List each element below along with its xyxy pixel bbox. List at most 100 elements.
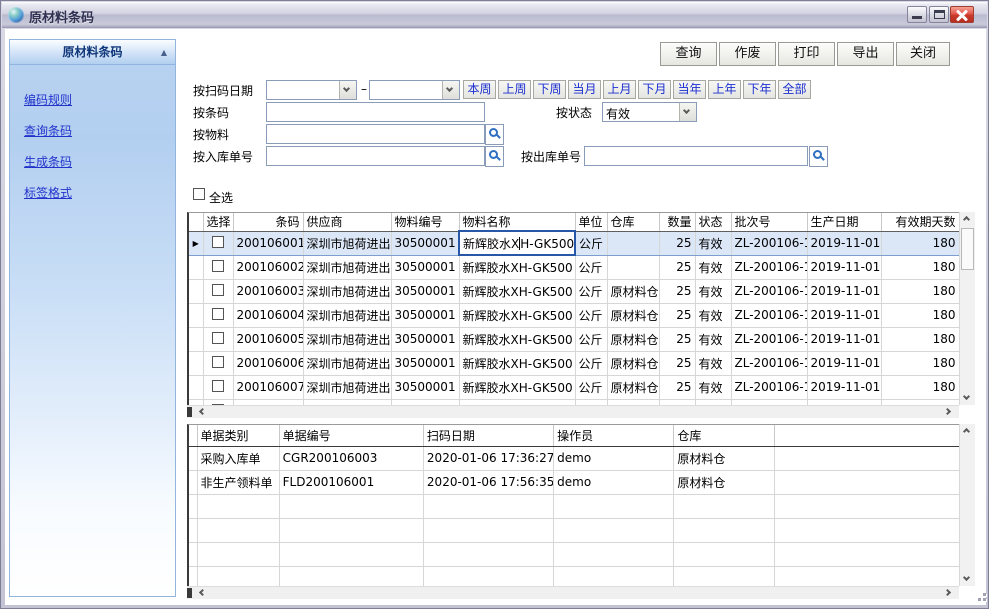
sidebar-item[interactable]: 标签格式 — [24, 184, 175, 201]
column-header[interactable]: 条码 — [233, 213, 303, 231]
grid-cell[interactable]: 25 — [659, 255, 695, 279]
grid-cell[interactable]: 非生产领料单 — [197, 470, 279, 494]
status-select[interactable]: 有效 — [602, 102, 697, 122]
grid-cell[interactable]: 30500001 — [391, 303, 459, 327]
table-row[interactable]: 200106002深圳市旭荷进出口30500001新辉胶水XH-GK500公斤2… — [189, 255, 959, 279]
scroll-right-button[interactable] — [943, 587, 959, 601]
grid-cell[interactable]: 深圳市旭荷进出口 — [303, 351, 391, 375]
scroll-left-button[interactable] — [195, 406, 211, 420]
outbound-input[interactable] — [584, 146, 808, 166]
grid-cell[interactable]: 深圳市旭荷进出口 — [303, 303, 391, 327]
grid-cell[interactable]: 原材料仓 — [674, 470, 774, 494]
grid-cell[interactable]: 180 — [881, 375, 959, 399]
table-row[interactable]: 采购入库单CGR2001060032020-01-06 17:36:27demo… — [189, 446, 959, 470]
grid-cell[interactable]: 原材料仓 — [607, 303, 659, 327]
grid-cell[interactable]: demo — [554, 470, 674, 494]
grid-cell[interactable]: 2020-01-06 17:36:27 — [423, 446, 553, 470]
void-button[interactable]: 作废 — [719, 42, 776, 66]
grid-cell[interactable]: 2020-01-06 17:56:35 — [423, 470, 553, 494]
grid-cell[interactable]: CGR200106003 — [279, 446, 423, 470]
grid-cell[interactable]: 公斤 — [575, 255, 607, 279]
grid-cell[interactable]: 180 — [881, 303, 959, 327]
grid-cell[interactable]: 深圳市旭荷进出口 — [303, 255, 391, 279]
column-header[interactable]: 单据编号 — [279, 425, 423, 446]
quick-range-button[interactable]: 上年 — [708, 80, 741, 99]
quick-range-button[interactable]: 下周 — [533, 80, 566, 99]
grid-cell[interactable]: 200106004 — [233, 303, 303, 327]
date-to-select[interactable] — [369, 80, 460, 100]
grid-cell[interactable]: 深圳市旭荷进出口 — [303, 231, 391, 255]
scroll-thumb[interactable] — [961, 228, 974, 270]
column-header[interactable]: 选择 — [203, 213, 233, 231]
grid-cell[interactable]: 2019-11-01 — [807, 351, 881, 375]
scroll-right-button[interactable] — [943, 406, 959, 420]
grid-cell[interactable]: 2019-11-01 — [807, 375, 881, 399]
column-header[interactable]: 仓库 — [674, 425, 774, 446]
scroll-left-button[interactable] — [195, 587, 211, 601]
grid-cell[interactable]: ZL-200106-1 — [731, 231, 807, 255]
grid-cell[interactable]: 有效 — [695, 351, 731, 375]
grid-cell[interactable]: 180 — [881, 231, 959, 255]
grid-cell[interactable]: 30500001 — [391, 279, 459, 303]
column-header[interactable]: 操作员 — [554, 425, 674, 446]
grid-cell[interactable]: 新辉胶水XH-GK500 — [459, 279, 575, 303]
print-button[interactable]: 打印 — [778, 42, 835, 66]
grid-cell[interactable]: 有效 — [695, 327, 731, 351]
grid-cell[interactable]: ZL-200106-1 — [731, 351, 807, 375]
barcode-input[interactable] — [266, 102, 485, 122]
detail-grid-vscroll[interactable] — [959, 424, 975, 586]
grid-cell[interactable]: ZL-200106-1 — [731, 303, 807, 327]
grid-cell[interactable]: ZL-200106-1 — [731, 327, 807, 351]
column-header[interactable]: 供应商 — [303, 213, 391, 231]
query-button[interactable]: 查询 — [660, 42, 717, 66]
grid-cell[interactable]: 30500001 — [391, 327, 459, 351]
main-grid-hscroll[interactable] — [187, 405, 959, 418]
sidebar-header[interactable]: 原材料条码 ▲ — [10, 40, 175, 65]
row-checkbox[interactable] — [212, 260, 224, 272]
column-header[interactable]: 物料编号 — [391, 213, 459, 231]
export-button[interactable]: 导出 — [837, 42, 894, 66]
grid-cell[interactable]: 新辉胶水XH-GK500 — [459, 375, 575, 399]
table-row[interactable]: ▶200106001深圳市旭荷进出口30500001新辉胶水XH-GK500公斤… — [189, 231, 959, 255]
table-row[interactable]: 200106007深圳市旭荷进出口30500001新辉胶水XH-GK500公斤原… — [189, 375, 959, 399]
sidebar-item[interactable]: 查询条码 — [24, 122, 175, 139]
quick-range-button[interactable]: 下月 — [638, 80, 671, 99]
grid-cell[interactable]: 原材料仓 — [607, 279, 659, 303]
grid-cell[interactable]: 180 — [881, 351, 959, 375]
grid-cell[interactable]: 25 — [659, 351, 695, 375]
grid-cell[interactable]: 180 — [881, 255, 959, 279]
material-input[interactable] — [266, 124, 485, 144]
column-header[interactable]: 单位 — [575, 213, 607, 231]
sidebar-item[interactable]: 生成条码 — [24, 153, 175, 170]
grid-cell[interactable]: 新辉胶水XH-GK500 — [459, 255, 575, 279]
select-all-checkbox[interactable] — [193, 188, 205, 200]
inbound-input[interactable] — [266, 146, 485, 166]
quick-range-button[interactable]: 全部 — [778, 80, 811, 99]
scroll-down-button[interactable] — [960, 572, 976, 586]
grid-cell[interactable]: 新辉胶水XH-GK500 — [459, 327, 575, 351]
table-row[interactable]: 非生产领料单FLD2001060012020-01-06 17:56:35dem… — [189, 470, 959, 494]
grid-cell[interactable]: 公斤 — [575, 327, 607, 351]
close-button[interactable] — [950, 6, 974, 23]
grid-cell[interactable]: ZL-200106-1 — [731, 375, 807, 399]
close-panel-button[interactable]: 关闭 — [896, 42, 950, 66]
grid-cell[interactable]: 有效 — [695, 375, 731, 399]
grid-cell[interactable]: 2019-11-01 — [807, 231, 881, 255]
grid-cell[interactable]: 原材料仓 — [607, 327, 659, 351]
grid-cell[interactable]: 180 — [881, 279, 959, 303]
grid-cell[interactable]: 有效 — [695, 279, 731, 303]
column-header[interactable]: 扫码日期 — [423, 425, 553, 446]
grid-cell[interactable]: 180 — [881, 327, 959, 351]
grid-cell[interactable]: 2019-11-01 — [807, 279, 881, 303]
grid-cell[interactable]: 25 — [659, 375, 695, 399]
grid-cell[interactable]: 有效 — [695, 231, 731, 255]
quick-range-button[interactable]: 下年 — [743, 80, 776, 99]
minimize-button[interactable] — [907, 6, 927, 23]
inbound-search-button[interactable] — [485, 146, 504, 167]
grid-cell[interactable]: 200106001 — [233, 231, 303, 255]
row-selector[interactable] — [189, 327, 203, 351]
row-selector[interactable] — [189, 351, 203, 375]
grid-cell[interactable]: 25 — [659, 303, 695, 327]
quick-range-button[interactable]: 上周 — [498, 80, 531, 99]
collapse-arrow-icon[interactable]: ▲ — [161, 40, 167, 65]
